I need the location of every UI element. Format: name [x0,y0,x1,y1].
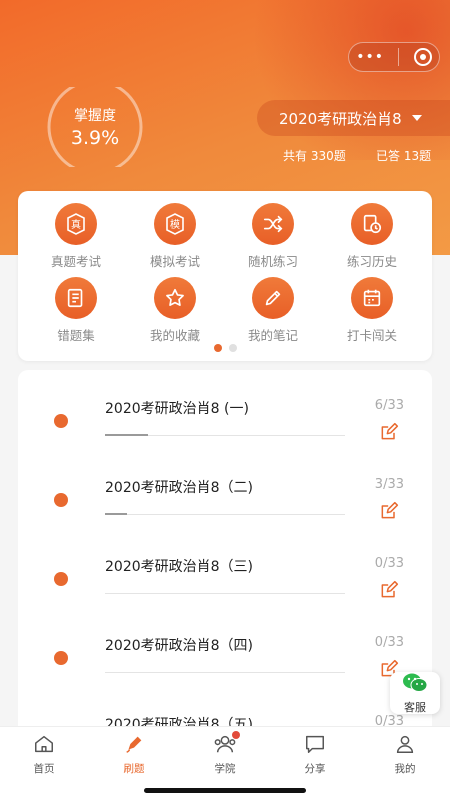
home-icon [35,735,53,753]
list-item[interactable]: 2020考研政治肖8 (一) 6/33 [18,370,432,448]
edit-icon[interactable] [379,580,399,604]
list-item[interactable]: 2020考研政治肖8（四) 0/33 [18,607,432,685]
paper-title: 2020考研政治肖8 (一) [105,401,249,417]
page-indicator [18,344,432,352]
feature-notes[interactable]: 我的笔记 [223,277,323,344]
mastery-label: 掌握度 [74,108,116,124]
total-questions: 共有 330题 [283,149,346,163]
zhen-badge-icon: 真 [55,203,97,245]
edit-icon[interactable] [379,422,399,446]
mo-badge-icon: 模 [154,203,196,245]
feature-grid: 真 真题考试 模 模拟考试 随机练习 练习历史 错题集 我的收藏 我的笔记 打卡… [18,191,432,361]
feature-label: 练习历史 [346,254,397,269]
feature-moni[interactable]: 模 模拟考试 [125,203,225,270]
progress-track [105,672,345,673]
tab-home[interactable]: 首页 [14,733,74,776]
feature-random[interactable]: 随机练习 [223,203,323,270]
feature-label: 模拟考试 [149,254,200,269]
customer-service-button[interactable]: 客服 [390,672,440,714]
paper-title: 2020考研政治肖8（二) [105,480,253,496]
feature-label: 错题集 [57,328,95,343]
list-bullet [54,572,68,586]
star-icon [154,277,196,319]
list-bullet [54,651,68,665]
subject-selector[interactable]: 2020考研政治肖8 [257,100,450,136]
list-item[interactable]: 2020考研政治肖8（三) 0/33 [18,528,432,606]
shuffle-icon [252,203,294,245]
feature-label: 我的收藏 [149,328,200,343]
tab-academy[interactable]: 学院 [195,731,255,776]
tab-practice[interactable]: 刷题 [104,733,164,776]
paper-count: 0/33 [374,556,404,571]
calendar-icon [351,277,393,319]
paper-count: 3/33 [374,477,404,492]
feature-history[interactable]: 练习历史 [322,203,422,270]
profile-icon [396,735,414,753]
home-indicator [144,788,306,793]
notification-badge [232,731,240,739]
tab-profile[interactable]: 我的 [375,733,435,776]
caret-down-icon [411,115,422,121]
subject-name: 2020考研政治肖8 [279,109,402,128]
progress-track [105,434,345,436]
feature-checkin[interactable]: 打卡闯关 [322,277,422,344]
tab-label: 分享 [304,763,326,775]
progress-fill [105,434,149,436]
page-dot-active[interactable] [213,344,222,352]
list-bullet [54,414,68,428]
list-item[interactable]: 2020考研政治肖8（五) 0/33 [18,686,432,730]
paper-title: 2020考研政治肖8（三) [105,559,253,575]
brush-icon [126,736,142,753]
tab-label: 我的 [394,763,416,775]
more-icon[interactable]: ••• [356,50,384,64]
pencil-icon [252,277,294,319]
paper-count: 6/33 [374,398,404,413]
list-item[interactable]: 2020考研政治肖8（二) 3/33 [18,449,432,527]
feature-favorites[interactable]: 我的收藏 [125,277,225,344]
paper-title: 2020考研政治肖8（四) [105,638,253,654]
svg-text:模: 模 [170,219,180,231]
history-icon [351,203,393,245]
progress-fill [105,513,127,515]
close-target-icon[interactable] [413,48,432,66]
tab-label: 学院 [214,763,236,775]
feature-wrong-book[interactable]: 错题集 [26,277,126,344]
wrong-book-icon [55,277,97,319]
paper-list: 2020考研政治肖8 (一) 6/33 2020考研政治肖8（二) 3/33 2… [18,370,432,730]
tab-label: 刷题 [123,763,145,775]
paper-count: 0/33 [374,635,404,650]
feature-label: 打卡闯关 [346,328,397,343]
feature-label: 真题考试 [50,254,101,269]
service-label: 客服 [404,701,426,714]
mastery-value: 3.9% [70,127,120,149]
answered-questions: 已答 13题 [376,149,432,163]
tab-label: 首页 [33,763,55,775]
miniprogram-capsule: ••• [348,42,440,72]
wechat-icon [403,673,428,692]
progress-track [105,593,345,594]
progress-track [105,513,345,515]
capsule-divider [398,48,400,66]
list-bullet [54,493,68,507]
tab-share[interactable]: 分享 [285,733,345,776]
edit-icon[interactable] [379,501,399,525]
feature-label: 我的笔记 [247,328,298,343]
page-dot[interactable] [228,344,237,352]
mastery-ring: 掌握度 3.9% [45,87,145,167]
share-icon [306,735,324,753]
svg-text:真: 真 [71,218,81,231]
feature-zhenti[interactable]: 真 真题考试 [26,203,126,270]
feature-label: 随机练习 [247,254,298,269]
